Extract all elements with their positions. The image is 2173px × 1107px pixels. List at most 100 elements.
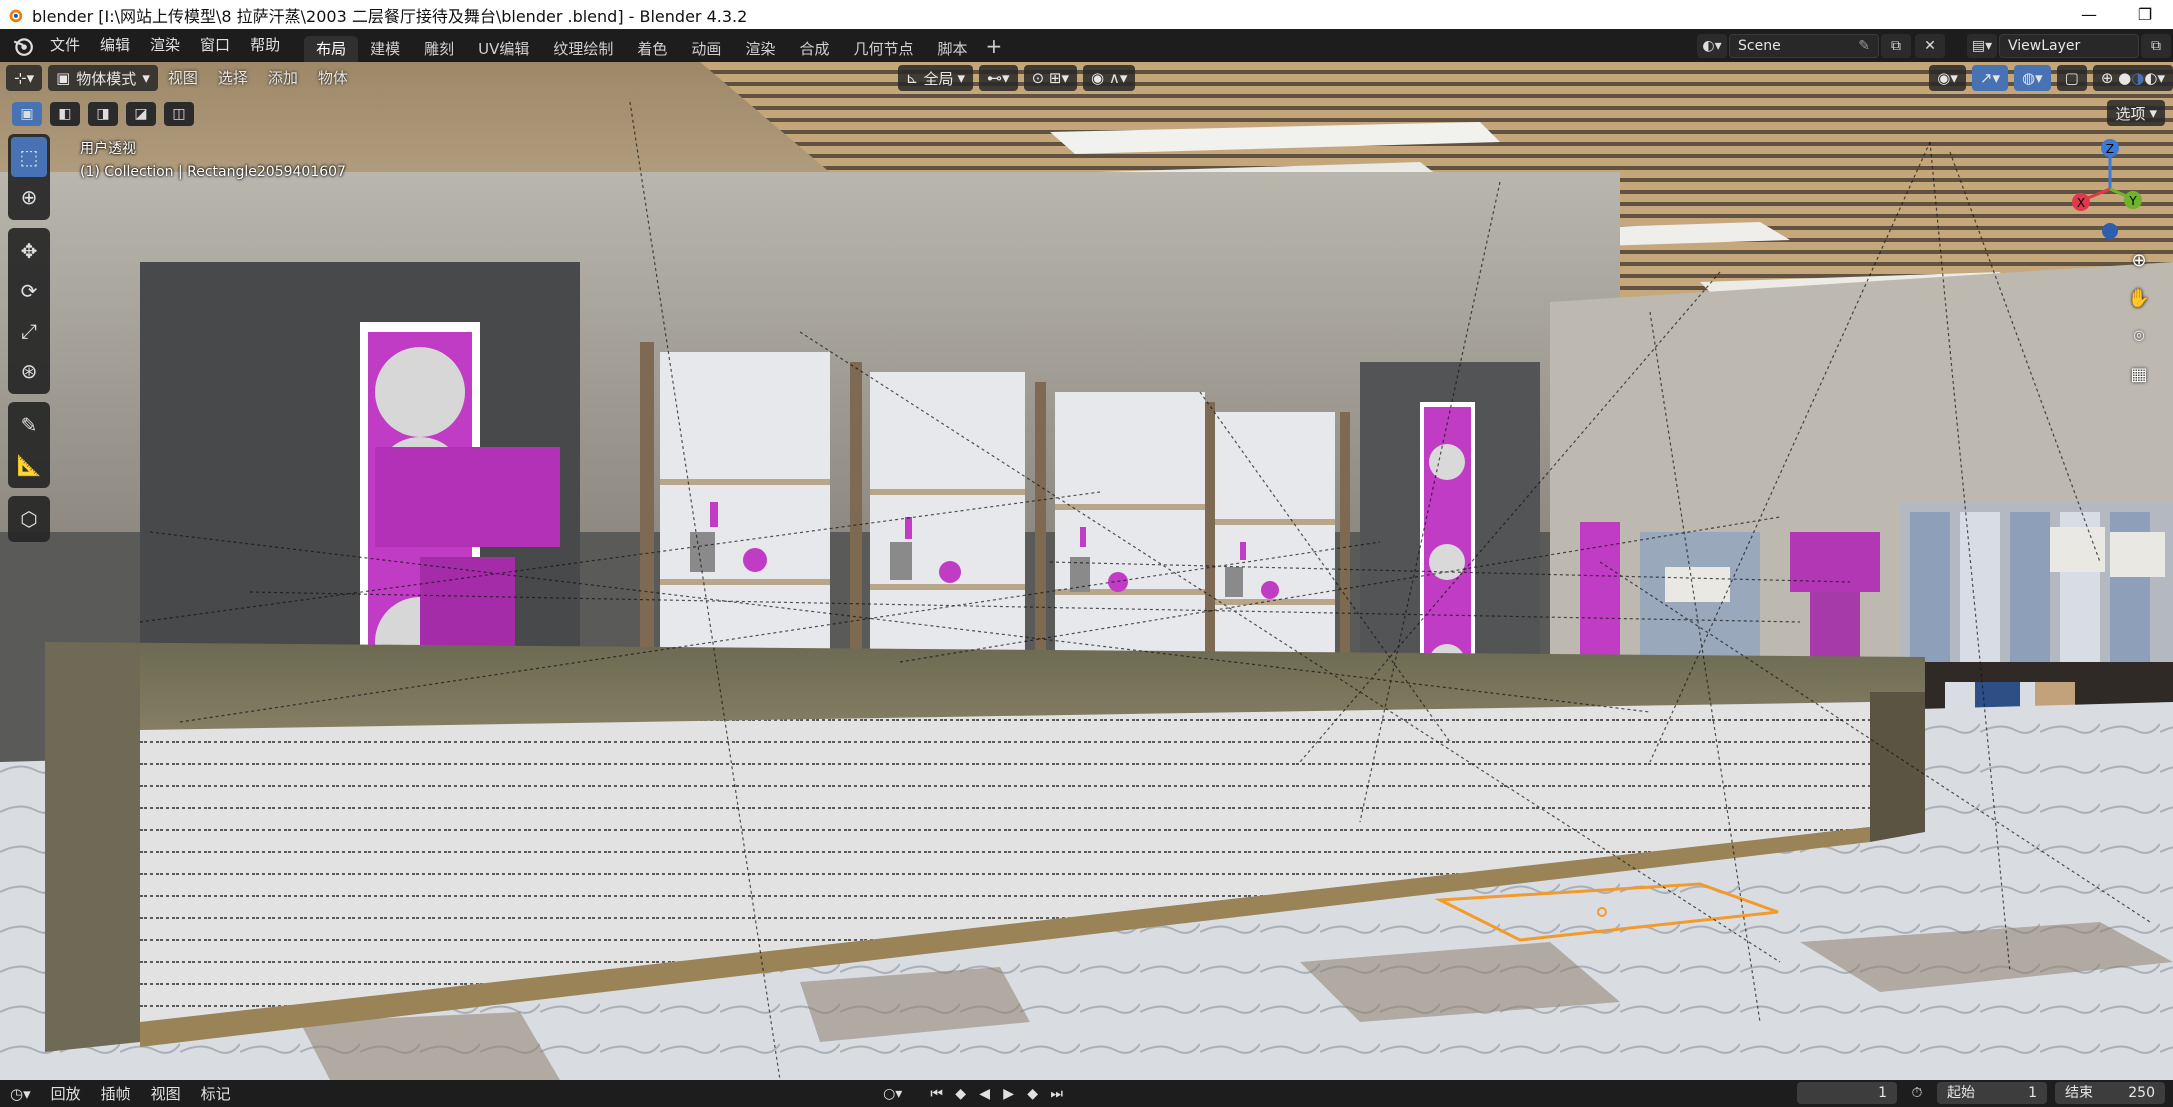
pivot-point-icon[interactable]: ⊷▾	[979, 65, 1018, 91]
move-tool-icon[interactable]: ✥	[11, 231, 47, 271]
tab-animation[interactable]: 动画	[679, 36, 733, 62]
scene-name: Scene	[1738, 37, 1781, 54]
timeline-editor-icon[interactable]: ◷▾	[0, 1085, 41, 1103]
timeline-header: ◷▾ 回放 插帧 视图 标记 ○▾ ⏮ ◆ ◀ ▶ ◆ ⏭ 1 ⏱ 起始 1 结…	[0, 1080, 2173, 1107]
navigation-buttons: ⊕ ✋ ⌾ ▦	[2123, 244, 2157, 396]
chevron-down-icon: ▾	[957, 69, 966, 87]
start-frame-label: 起始	[1947, 1085, 1975, 1101]
menu-render[interactable]: 渲染	[140, 29, 190, 62]
tab-rendering[interactable]: 渲染	[733, 36, 787, 62]
minimize-button[interactable]: —	[2061, 0, 2117, 29]
select-extend-icon[interactable]: ◧	[50, 102, 80, 126]
new-scene-icon[interactable]: ⧉	[1881, 33, 1911, 58]
transform-orientation-selector[interactable]: ⊾ 全局 ▾	[897, 65, 974, 91]
blender-logo-icon	[9, 9, 23, 22]
camera-view-icon[interactable]: ⌾	[2123, 320, 2155, 352]
proportional-edit-icon[interactable]: ◉ ∧▾	[1083, 65, 1136, 91]
cursor-tool-icon[interactable]: ⊕	[11, 177, 47, 217]
maximize-button[interactable]: ❐	[2117, 0, 2173, 29]
select-intersect-icon[interactable]: ◫	[164, 102, 194, 126]
menu-select[interactable]: 选择	[208, 65, 258, 91]
shading-mode-icons[interactable]: ⊕ ● ◑ ◐▾	[2092, 65, 2173, 91]
overlay-toggle-icon[interactable]: ◍▾	[2014, 65, 2051, 91]
selection-mode-buttons: ▣ ◧ ◨ ◪ ◫	[10, 102, 196, 126]
select-subtract-icon[interactable]: ◨	[88, 102, 118, 126]
tab-modeling[interactable]: 建模	[358, 36, 412, 62]
viewport-header: ⊹▾ ▣ 物体模式 ▾ 视图 选择 添加 物体 ⊾ 全局 ▾ ⊷▾ ⊙ ⊞▾ ◉…	[0, 62, 2173, 94]
view-layer-name-field[interactable]: ViewLayer	[1999, 33, 2139, 58]
measure-tool-icon[interactable]: 📐	[11, 445, 47, 485]
play-icon[interactable]: ▶	[997, 1083, 1021, 1105]
tab-layout[interactable]: 布局	[304, 36, 359, 62]
record-toggle-icon[interactable]: ○▾	[881, 1083, 905, 1105]
scene-selector-icon[interactable]: ◐▾	[1697, 33, 1727, 58]
start-frame-field[interactable]: 起始 1	[1937, 1082, 2047, 1104]
menu-marker[interactable]: 标记	[191, 1083, 241, 1104]
mode-label: 物体模式	[76, 69, 137, 88]
menu-file[interactable]: 文件	[40, 29, 90, 62]
select-box-tool-icon[interactable]: ⬚	[11, 137, 47, 177]
editor-type-icon[interactable]: ⊹▾	[6, 65, 43, 91]
perspective-grid-icon[interactable]: ▦	[2123, 358, 2155, 390]
scene-name-field[interactable]: Scene ✎	[1729, 33, 1879, 58]
collection-info: (1) Collection | Rectangle2059401607	[80, 164, 346, 180]
menu-view[interactable]: 视图	[158, 65, 208, 91]
view-name: 用户透视	[80, 141, 136, 157]
tab-texture-paint[interactable]: 纹理绘制	[541, 36, 625, 62]
add-workspace-button[interactable]: +	[985, 34, 1002, 58]
orientation-icon: ⊾	[905, 69, 919, 87]
viewport-info-overlay: 用户透视 (1) Collection | Rectangle205940160…	[80, 138, 346, 184]
gizmo-toggle-icon[interactable]: ↗▾	[1971, 65, 2009, 91]
select-new-icon[interactable]: ▣	[12, 102, 42, 126]
snap-toggle-icon[interactable]: ⊙ ⊞▾	[1023, 65, 1077, 91]
mode-selector[interactable]: ▣ 物体模式 ▾	[48, 65, 158, 91]
play-reverse-icon[interactable]: ◀	[973, 1083, 997, 1105]
tool-shelf: ⬚ ⊕ ✥ ⟳ ⤢ ⊛ ✎ 📐 ⬡	[8, 134, 50, 550]
start-frame-value: 1	[2028, 1085, 2037, 1101]
menu-object[interactable]: 物体	[308, 65, 358, 91]
menu-playback[interactable]: 回放	[41, 1083, 91, 1104]
view-layer-selector-icon[interactable]: ▤▾	[1967, 33, 1997, 58]
3d-viewport[interactable]: ⊹▾ ▣ 物体模式 ▾ 视图 选择 添加 物体 ⊾ 全局 ▾ ⊷▾ ⊙ ⊞▾ ◉…	[0, 62, 2173, 1080]
current-frame-field[interactable]: 1	[1797, 1082, 1897, 1104]
chevron-down-icon: ▾	[142, 69, 150, 87]
end-frame-field[interactable]: 结束 250	[2055, 1082, 2165, 1104]
select-invert-icon[interactable]: ◪	[126, 102, 156, 126]
menu-window[interactable]: 窗口	[190, 29, 240, 62]
tab-scripting[interactable]: 脚本	[925, 36, 979, 62]
tab-compositing[interactable]: 合成	[787, 36, 841, 62]
scene-render	[0, 62, 2173, 1080]
remove-scene-icon[interactable]: ✕	[1915, 33, 1945, 58]
add-cube-tool-icon[interactable]: ⬡	[11, 499, 47, 539]
transform-tool-icon[interactable]: ⊛	[11, 351, 47, 391]
neg-z-axis-handle[interactable]	[2102, 223, 2118, 239]
tab-shading[interactable]: 着色	[625, 36, 679, 62]
next-keyframe-icon[interactable]: ◆	[1021, 1083, 1045, 1105]
pin-icon[interactable]: ✎	[1858, 38, 1870, 54]
tab-geometry-nodes[interactable]: 几何节点	[841, 36, 925, 62]
menu-keying[interactable]: 插帧	[91, 1083, 141, 1104]
stopwatch-icon[interactable]: ⏱	[1905, 1082, 1929, 1104]
end-frame-label: 结束	[2065, 1085, 2093, 1101]
menu-add[interactable]: 添加	[258, 65, 308, 91]
scale-tool-icon[interactable]: ⤢	[11, 311, 47, 351]
visibility-toggle-icon[interactable]: ◉▾	[1929, 65, 1966, 91]
annotate-tool-icon[interactable]: ✎	[11, 405, 47, 445]
tab-sculpting[interactable]: 雕刻	[412, 36, 466, 62]
menu-help[interactable]: 帮助	[240, 29, 290, 62]
xray-toggle-icon[interactable]: ▢	[2056, 65, 2087, 91]
prev-keyframe-icon[interactable]: ◆	[949, 1083, 973, 1105]
jump-start-icon[interactable]: ⏮	[925, 1083, 949, 1105]
pan-hand-icon[interactable]: ✋	[2123, 282, 2155, 314]
blender-menu-icon[interactable]	[12, 35, 34, 57]
options-button[interactable]: 选项 ▾	[2107, 100, 2165, 126]
navigation-gizmo[interactable]: Z X Y	[2065, 134, 2155, 244]
tab-uv-editing[interactable]: UV编辑	[466, 36, 541, 62]
menu-timeline-view[interactable]: 视图	[141, 1083, 191, 1104]
zoom-icon[interactable]: ⊕	[2123, 244, 2155, 276]
new-view-layer-icon[interactable]: ⧉	[2141, 33, 2171, 58]
jump-end-icon[interactable]: ⏭	[1045, 1083, 1069, 1105]
orientation-label: 全局	[923, 69, 954, 88]
menu-edit[interactable]: 编辑	[90, 29, 140, 62]
rotate-tool-icon[interactable]: ⟳	[11, 271, 47, 311]
